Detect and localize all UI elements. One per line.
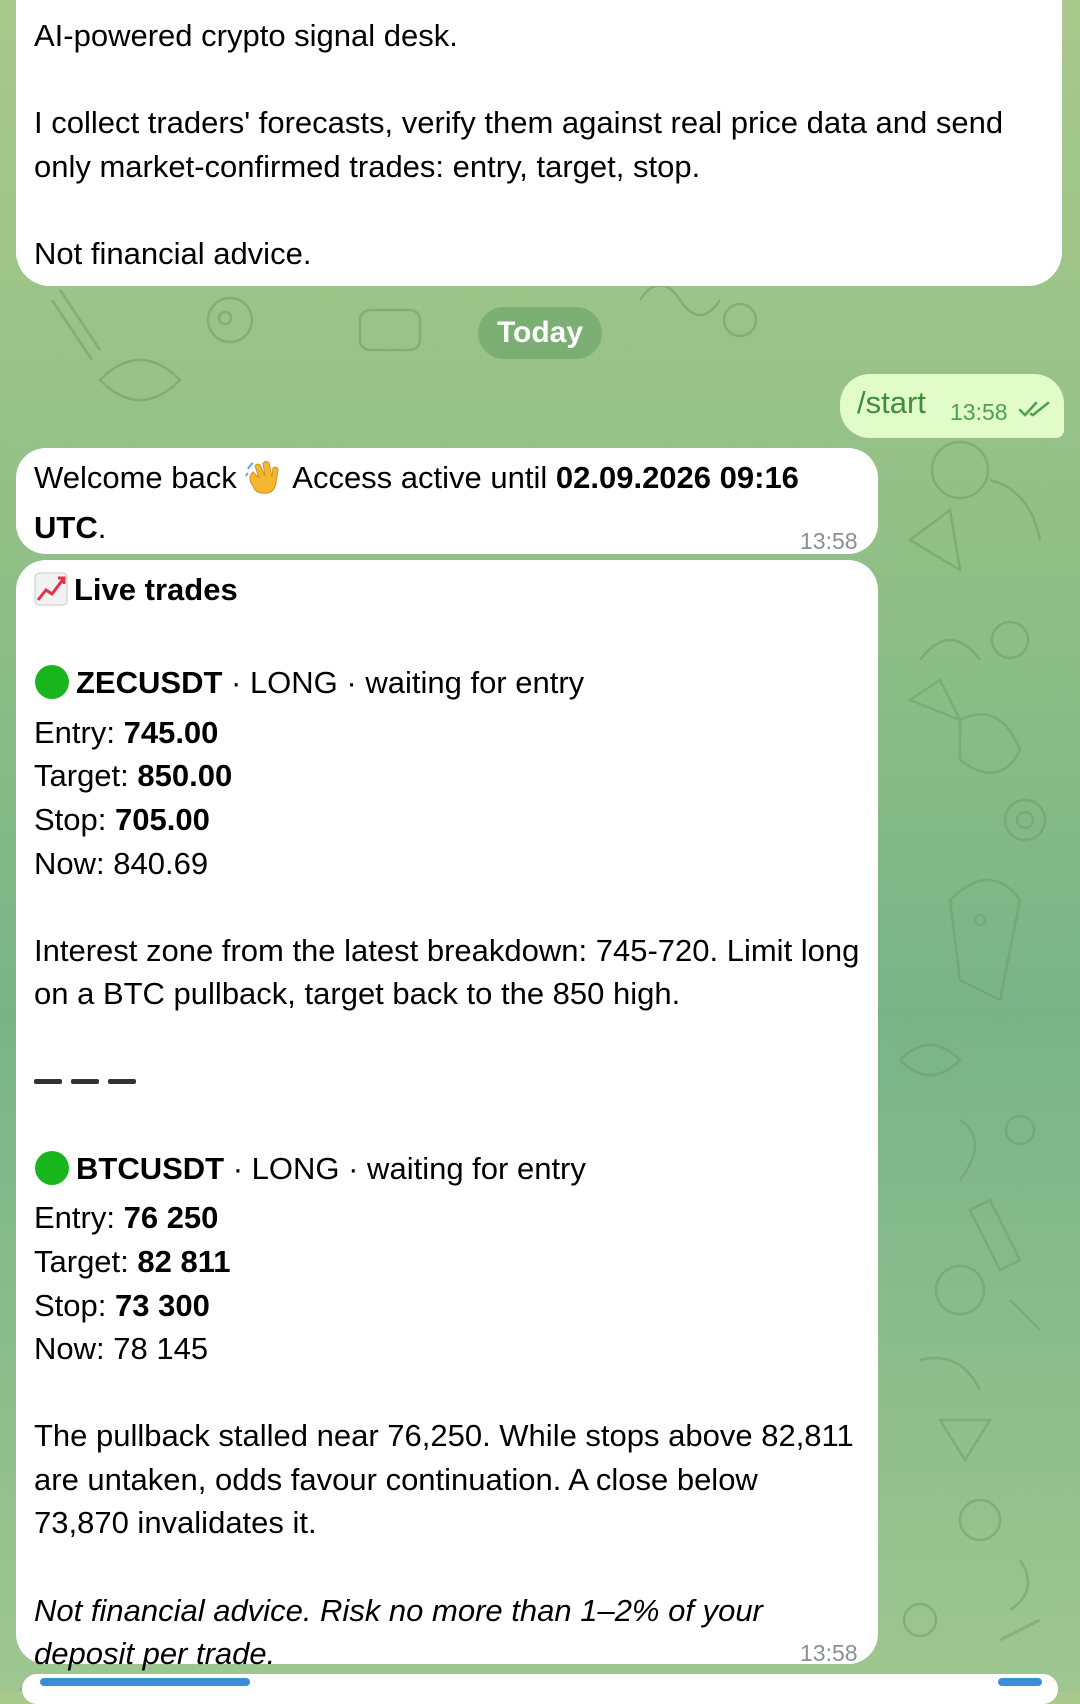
trade-entry: Entry: 76 250: [34, 1196, 860, 1240]
outgoing-message-text: /start: [857, 385, 926, 420]
trade-symbol: ZECUSDT: [76, 665, 223, 701]
trade-now: Now: 78 145: [34, 1327, 860, 1371]
intro-line-1: AI-powered crypto signal desk.: [34, 18, 458, 53]
now-value: 78 145: [113, 1331, 209, 1367]
target-label: Target:: [34, 1243, 138, 1279]
trade-note: The pullback stalled near 76,250. While …: [34, 1418, 863, 1541]
trades-header: Live trades: [34, 568, 860, 618]
trade-stop: Stop: 705.00: [34, 798, 860, 842]
stop-label: Stop:: [34, 1287, 115, 1323]
welcome-suffix: .: [97, 509, 107, 545]
entry-label: Entry:: [34, 1200, 124, 1236]
welcome-middle: Access active until: [285, 460, 556, 495]
intro-message-bubble: AI-powered crypto signal desk. I collect…: [16, 0, 1062, 286]
intro-line-2: I collect traders' forecasts, verify the…: [34, 105, 1012, 184]
trade-divider: [34, 1060, 860, 1104]
target-value: 850.00: [137, 758, 233, 794]
trade-item: BTCUSDT · LONG · waiting for entry Entry…: [34, 1147, 860, 1545]
now-value: 840.69: [113, 845, 209, 881]
stop-label: Stop:: [34, 801, 115, 837]
trade-entry: Entry: 745.00: [34, 711, 860, 755]
inline-keyboard-button-left[interactable]: [40, 1678, 250, 1686]
trade-meta: · LONG · waiting for entry: [224, 1150, 586, 1186]
trade-symbol: BTCUSDT: [76, 1150, 225, 1186]
entry-value: 745.00: [123, 714, 219, 750]
target-label: Target:: [34, 758, 138, 794]
waving-hand-icon: [245, 460, 279, 506]
trades-title: Live trades: [74, 572, 238, 607]
chart-increasing-icon: [34, 572, 68, 618]
stop-value: 73 300: [115, 1287, 210, 1323]
welcome-message-time: 13:58: [800, 528, 858, 554]
trade-target: Target: 82 811: [34, 1240, 860, 1284]
trade-item: ZECUSDT · LONG · waiting for entry Entry…: [34, 661, 860, 1016]
entry-value: 76 250: [123, 1200, 219, 1236]
trade-meta: · LONG · waiting for entry: [222, 665, 585, 701]
trade-stop: Stop: 73 300: [34, 1284, 860, 1328]
trades-message-time: 13:58: [800, 1640, 858, 1666]
outgoing-message-bubble: /start 13:58: [840, 374, 1064, 438]
stop-value: 705.00: [115, 801, 210, 837]
entry-label: Entry:: [34, 714, 124, 750]
green-circle-icon: [34, 1149, 70, 1197]
trade-now: Now: 840.69: [34, 842, 860, 886]
welcome-prefix: Welcome back: [34, 460, 237, 495]
double-check-icon: [1018, 401, 1050, 417]
green-circle-icon: [34, 663, 70, 711]
outgoing-message-time: 13:58: [950, 399, 1008, 425]
trade-target: Target: 850.00: [34, 754, 860, 798]
trades-disclaimer: Not financial advice. Risk no more than …: [34, 1592, 772, 1672]
trade-note: Interest zone from the latest breakdown:…: [34, 932, 869, 1012]
target-value: 82 811: [137, 1243, 231, 1279]
now-label: Now:: [34, 1331, 114, 1367]
intro-line-3: Not financial advice.: [34, 235, 312, 271]
trade-heading: ZECUSDT · LONG · waiting for entry: [34, 661, 860, 711]
trade-heading: BTCUSDT · LONG · waiting for entry: [34, 1147, 860, 1197]
inline-keyboard-button-right[interactable]: [998, 1678, 1042, 1686]
inline-keyboard-bar: [22, 1674, 1058, 1704]
welcome-message-bubble: Welcome back Access active until 02.09.2…: [16, 448, 878, 554]
live-trades-message-bubble: Live trades ZECUSDT · LONG · waiting for…: [16, 560, 878, 1671]
now-label: Now:: [34, 845, 114, 881]
welcome-text: Welcome back Access active until 02.09.2…: [34, 456, 860, 549]
date-separator: Today: [478, 307, 602, 359]
